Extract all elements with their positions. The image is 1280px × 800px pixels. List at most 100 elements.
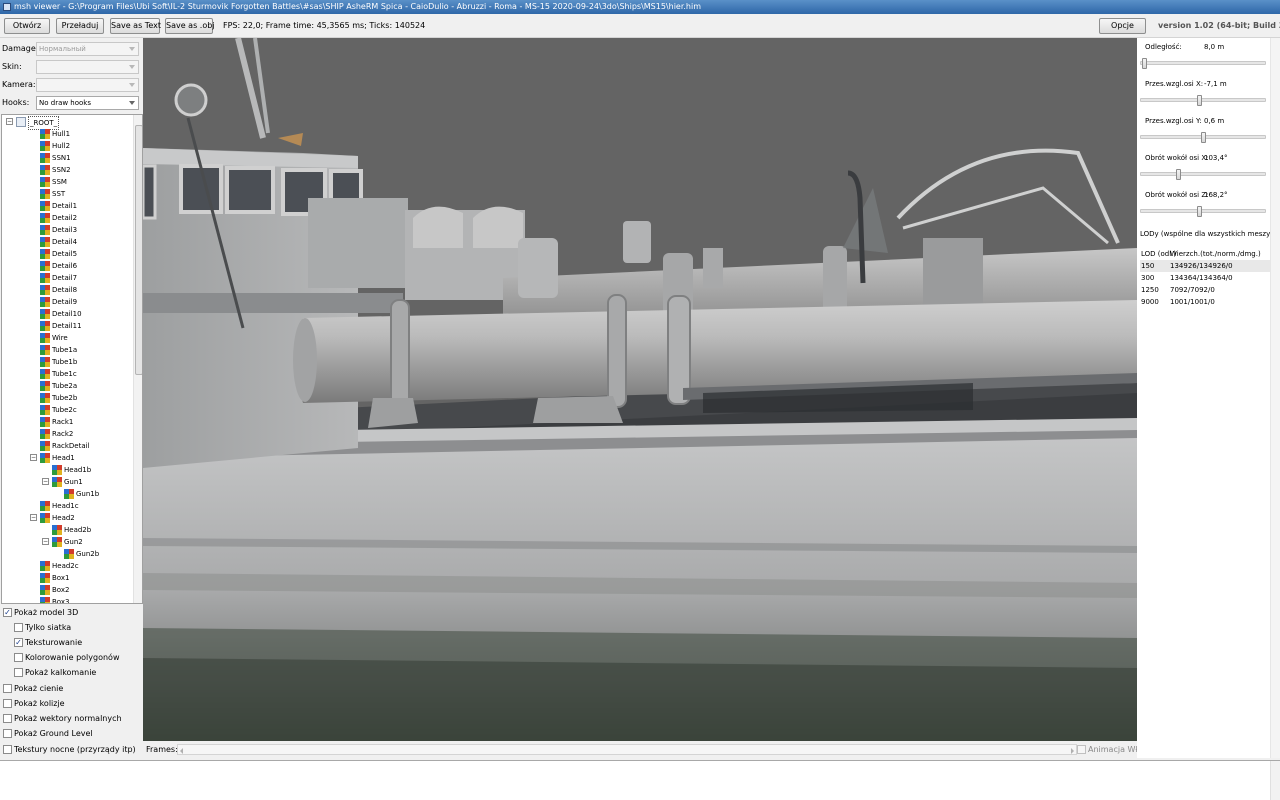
slider-track[interactable] [1140, 206, 1266, 217]
save-as-text-button[interactable]: Save as Text [110, 18, 161, 34]
mesh-node-icon [40, 285, 50, 295]
slider-thumb[interactable] [1197, 206, 1202, 217]
slider-track[interactable] [1140, 132, 1266, 143]
slider-track[interactable] [1140, 58, 1266, 69]
slider-label: Przes.wzgl.osi Y: [1145, 117, 1202, 125]
mesh-node-icon [40, 597, 50, 603]
mesh-node-icon [40, 297, 50, 307]
mesh-node-icon [40, 129, 50, 139]
slider-value: 8,0 m [1204, 43, 1225, 51]
tree-expander-icon[interactable]: − [30, 514, 37, 521]
tree-node-label: Box3 [52, 598, 70, 604]
mesh-node-icon [40, 249, 50, 259]
lod-table: LOD (odl.) Wierzch.(tot./norm./dmg.) 150 13… [1140, 248, 1270, 308]
checkbox-box[interactable] [14, 623, 23, 632]
left-panel: Damage: Нормальный Skin: Kamera: Hooks: … [0, 38, 143, 758]
tree-node-label: RackDetail [52, 442, 90, 450]
scroll-left-icon[interactable] [180, 748, 183, 754]
skin-select[interactable] [36, 60, 139, 74]
app-icon [3, 3, 11, 11]
checkbox-label: Teksturowanie [25, 638, 83, 647]
tree-node-label: Tube2b [52, 394, 78, 402]
lod-cell: 134926/134926/0 [1170, 262, 1233, 270]
checkbox-box[interactable]: ✓ [3, 608, 12, 617]
frames-slider[interactable] [177, 744, 1077, 755]
log-scrollbar[interactable] [1270, 761, 1280, 800]
checkbox-box[interactable] [14, 668, 23, 677]
mesh-node-icon [40, 357, 50, 367]
checkbox-box[interactable] [3, 684, 12, 693]
checkbox-box[interactable] [3, 729, 12, 738]
root-node-icon [16, 117, 26, 127]
tree-node-label: Box2 [52, 586, 70, 594]
checkbox-box[interactable] [1077, 745, 1086, 754]
log-output[interactable] [0, 760, 1280, 800]
camera-select[interactable] [36, 78, 139, 92]
camera-label: Kamera: [2, 80, 36, 89]
3d-viewport[interactable] [143, 38, 1137, 741]
tree-expander-icon[interactable]: − [42, 538, 49, 545]
slider-thumb[interactable] [1142, 58, 1147, 69]
checkbox-box[interactable] [3, 699, 12, 708]
checkbox-box[interactable] [3, 745, 12, 754]
checkbox-label: Pokaż kalkomanie [25, 668, 97, 677]
slider-thumb[interactable] [1176, 169, 1181, 180]
lod-row[interactable]: 300 134364/134364/0 [1140, 272, 1270, 284]
scroll-right-icon[interactable] [1071, 748, 1074, 754]
tree-node-label: Tube2c [52, 406, 77, 414]
checkbox-box[interactable]: ✓ [14, 638, 23, 647]
mesh-node-icon [40, 213, 50, 223]
camera-row: Kamera: [2, 78, 142, 92]
mesh-node-icon [40, 225, 50, 235]
tree-scrollbar[interactable] [133, 115, 142, 603]
slider-thumb[interactable] [1201, 132, 1206, 143]
checkbox-box[interactable] [14, 653, 23, 662]
tree-expander-icon[interactable]: − [30, 454, 37, 461]
mesh-node-icon [64, 489, 74, 499]
lod-row[interactable]: 150 134926/134926/0 [1140, 260, 1270, 272]
tree-node-label: Head1c [52, 502, 79, 510]
mesh-node-icon [40, 165, 50, 175]
tree-node-label: Wire [52, 334, 68, 342]
tree-node-label: Detail4 [52, 238, 78, 246]
open-button[interactable]: Otwórz [4, 18, 50, 34]
damage-select[interactable]: Нормальный [36, 42, 139, 56]
reload-button[interactable]: Przeładuj [56, 18, 104, 34]
slider-track[interactable] [1140, 169, 1266, 180]
tree-expander-icon[interactable]: − [42, 478, 49, 485]
damage-select-value: Нормальный [39, 45, 86, 53]
tree-node-label: Hull2 [52, 142, 71, 150]
mesh-node-icon [40, 345, 50, 355]
slider-thumb[interactable] [1197, 95, 1202, 106]
tree-node-label: Detail5 [52, 250, 78, 258]
slider-value: 168,2° [1204, 191, 1228, 199]
lod-row[interactable]: 9000 1001/1001/0 [1140, 296, 1270, 308]
hooks-label: Hooks: [2, 98, 30, 107]
tree-node-label: SSN2 [52, 166, 71, 174]
lod-row[interactable]: 1250 7092/7092/0 [1140, 284, 1270, 296]
checkbox-label: Pokaż Ground Level [14, 729, 93, 738]
version-label: version 1.02 (64-bit; Build 311) [1158, 21, 1280, 30]
save-as-obj-button[interactable]: Save as .obj [165, 18, 215, 34]
mesh-node-icon [40, 309, 50, 319]
tree-node-label: Detail8 [52, 286, 78, 294]
slider-track[interactable] [1140, 95, 1266, 106]
mesh-node-icon [40, 273, 50, 283]
tree-node-label: Rack2 [52, 430, 74, 438]
tree-expander-icon[interactable]: − [6, 118, 13, 125]
options-button[interactable]: Opcje [1099, 18, 1146, 34]
tree-node-label: Gun1 [64, 478, 83, 486]
tree-node-label: Detail2 [52, 214, 78, 222]
slider-value: 103,4° [1204, 154, 1228, 162]
hooks-select[interactable]: No draw hooks [36, 96, 139, 110]
tree-node-label: Gun2 [64, 538, 83, 546]
checkbox-box[interactable] [3, 714, 12, 723]
lod-column-header[interactable]: Wierzch.(tot./norm./dmg.) [1170, 248, 1261, 260]
tree-node-label: Detail1 [52, 202, 78, 210]
hierarchy-tree[interactable]: − _ROOT_ Hull1 Hull2 SSN1 SSN2 SSM SST Detail1 De… [1, 114, 143, 604]
checkbox-label: Tylko siatka [25, 623, 72, 632]
mesh-node-icon [40, 561, 50, 571]
mesh-node-icon [40, 261, 50, 271]
right-panel-scrollbar[interactable] [1270, 38, 1280, 758]
tree-scrollbar-thumb[interactable] [135, 125, 142, 375]
